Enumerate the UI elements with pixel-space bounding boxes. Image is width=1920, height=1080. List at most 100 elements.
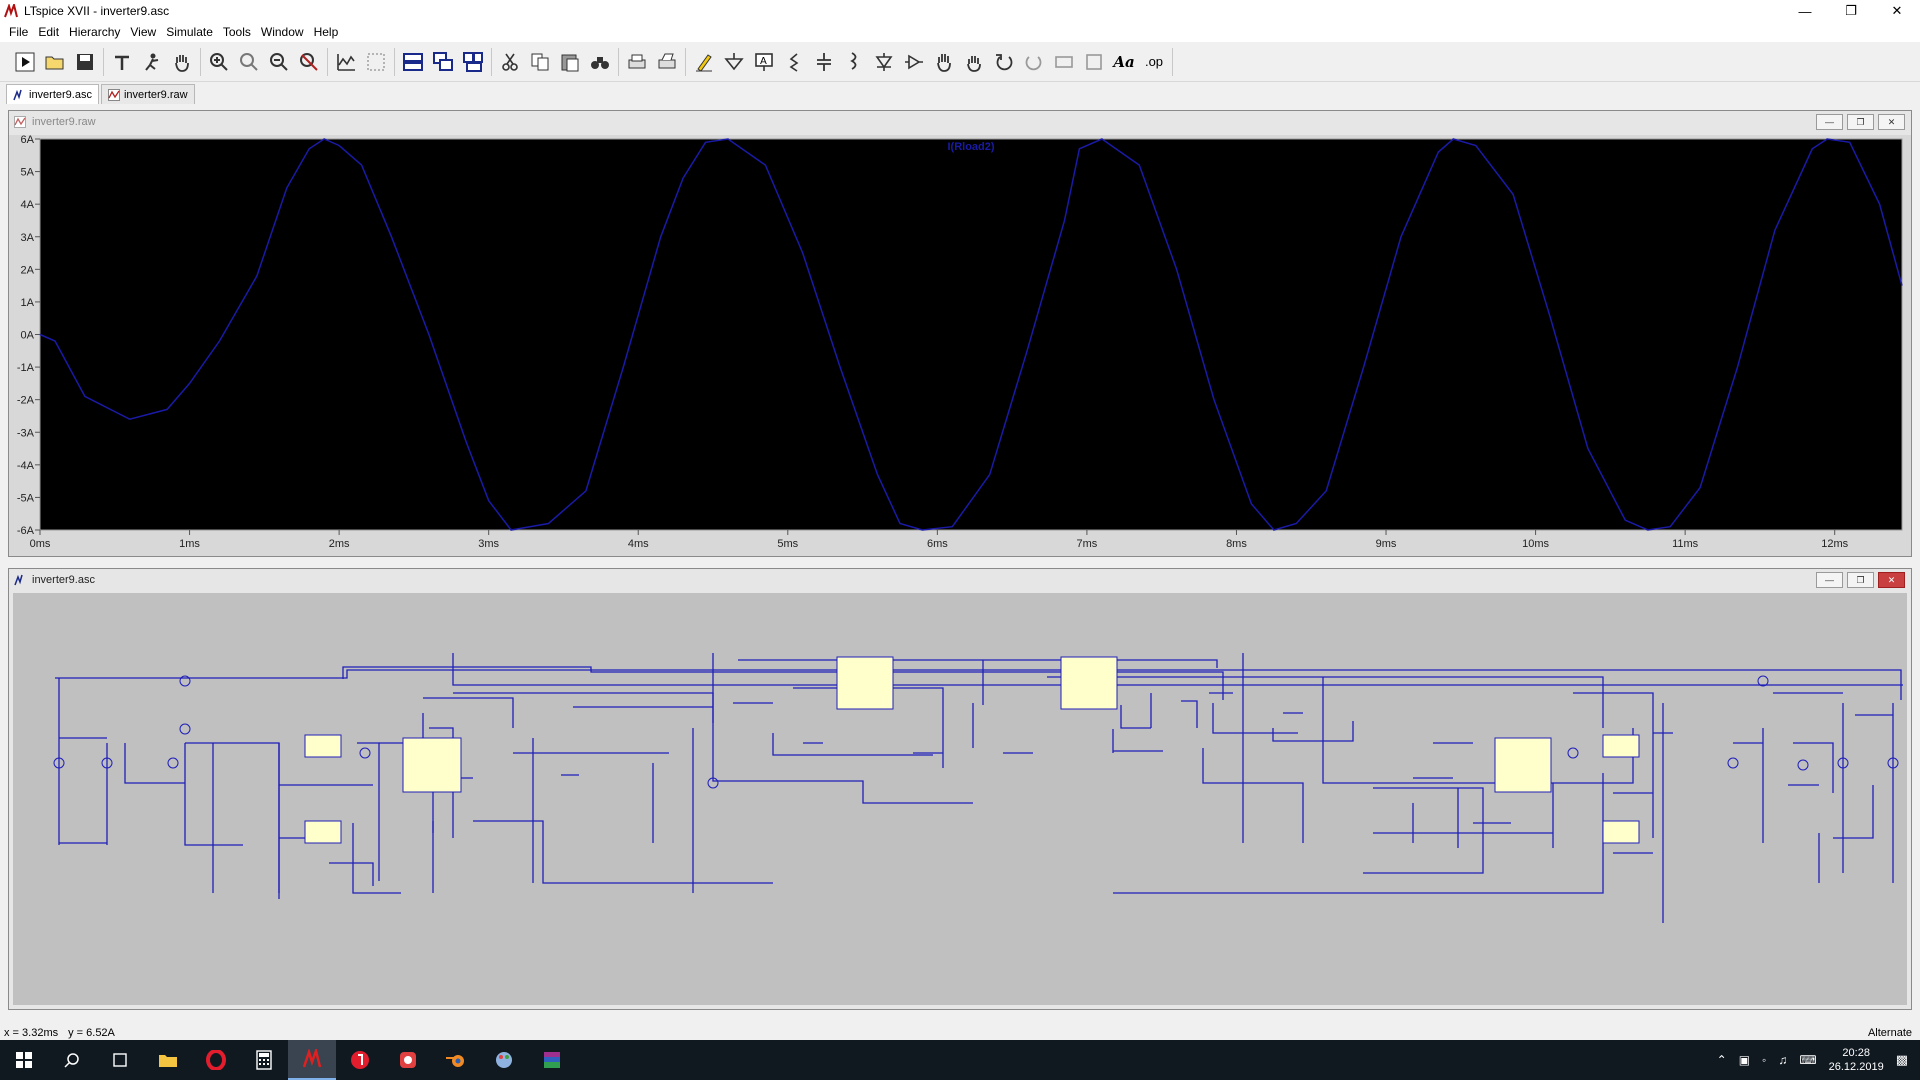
- drag-button[interactable]: [959, 47, 989, 77]
- copy-button[interactable]: [525, 47, 555, 77]
- y-tick-label: 4A: [21, 199, 35, 211]
- blender-taskbar[interactable]: [432, 1040, 480, 1080]
- document-tabs: inverter9.asc inverter9.raw: [0, 83, 1920, 104]
- restore-button[interactable]: ❐: [1828, 0, 1874, 22]
- tab-label: inverter9.asc: [29, 88, 92, 101]
- schematic-window[interactable]: inverter9.asc — ❐ ✕: [8, 568, 1912, 1010]
- spice-directive-button[interactable]: .op: [1139, 47, 1169, 77]
- text-button[interactable]: Aa: [1109, 47, 1139, 77]
- toolbar-separator: [618, 47, 619, 76]
- notifications-icon[interactable]: ▩: [1896, 1052, 1908, 1068]
- minimize-button[interactable]: —: [1782, 0, 1828, 22]
- y-tick-label: -2A: [17, 395, 35, 407]
- menu-file[interactable]: File: [4, 25, 33, 39]
- print-preview-button[interactable]: [652, 47, 682, 77]
- inductor-button[interactable]: [839, 47, 869, 77]
- y-axis: 6A 5A 4A 3A 2A 1A 0A -1A -2A -3A -4A -5A -6A: [17, 134, 40, 537]
- mirror-button[interactable]: [1079, 47, 1109, 77]
- tab-schematic[interactable]: inverter9.asc: [6, 84, 99, 104]
- circuit-drawing[interactable]: [13, 593, 1907, 1005]
- winrar-taskbar[interactable]: [528, 1040, 576, 1080]
- volume-icon[interactable]: ♫: [1778, 1053, 1787, 1067]
- search-button[interactable]: [48, 1040, 96, 1080]
- menu-simulate[interactable]: Simulate: [161, 25, 218, 39]
- screenshot-tool-taskbar[interactable]: [384, 1040, 432, 1080]
- diode-button[interactable]: [869, 47, 899, 77]
- rotate-button[interactable]: [1049, 47, 1079, 77]
- menu-hierarchy[interactable]: Hierarchy: [64, 25, 125, 39]
- menu-help[interactable]: Help: [309, 25, 344, 39]
- zoom-fit-button[interactable]: [294, 47, 324, 77]
- control-panel-button[interactable]: [107, 47, 137, 77]
- file-explorer-taskbar[interactable]: [144, 1040, 192, 1080]
- tab-waveform[interactable]: inverter9.raw: [100, 84, 195, 104]
- find-button[interactable]: [585, 47, 615, 77]
- pan-button[interactable]: [167, 47, 197, 77]
- run-button[interactable]: [10, 47, 40, 77]
- tile-horizontal-icon: [403, 52, 423, 71]
- save-button[interactable]: [70, 47, 100, 77]
- capacitor-button[interactable]: [809, 47, 839, 77]
- plot-pane[interactable]: 6A 5A 4A 3A 2A 1A 0A -1A -2A -3A -4A -5A -6A 0ms 1ms 2…: [9, 134, 1911, 556]
- open-icon: [45, 56, 64, 69]
- autorange-button[interactable]: [331, 47, 361, 77]
- draw-wire-button[interactable]: [689, 47, 719, 77]
- redo-button[interactable]: [1019, 47, 1049, 77]
- waveform-button[interactable]: [361, 47, 391, 77]
- schematic-canvas[interactable]: [13, 593, 1907, 1005]
- toolbar: A Aa .op: [0, 42, 1920, 82]
- move-button[interactable]: [929, 47, 959, 77]
- network-icon[interactable]: ▣: [1739, 1053, 1750, 1067]
- schematic-window-title: inverter9.asc: [32, 574, 95, 586]
- menu-tools[interactable]: Tools: [218, 25, 256, 39]
- cut-button[interactable]: [495, 47, 525, 77]
- undo-button[interactable]: [989, 47, 1019, 77]
- zoom-out-button[interactable]: [234, 47, 264, 77]
- mirror-icon: [1086, 53, 1102, 70]
- waveform-plot[interactable]: 6A 5A 4A 3A 2A 1A 0A -1A -2A -3A -4A -5A -6A 0ms 1ms 2…: [9, 134, 1911, 556]
- x-axis: 0ms 1ms 2ms 3ms 4ms 5ms 6ms 7ms 8ms 9ms 10ms 11ms 12…: [30, 530, 1849, 550]
- tile-button[interactable]: [458, 47, 488, 77]
- palette-icon: [496, 1052, 512, 1068]
- open-button[interactable]: [40, 47, 70, 77]
- zoom-in-button[interactable]: [204, 47, 234, 77]
- halt-button[interactable]: [137, 47, 167, 77]
- plot-minimize-button[interactable]: —: [1816, 114, 1843, 130]
- schematic-window-caption[interactable]: inverter9.asc: [9, 569, 1911, 591]
- cascade-button[interactable]: [428, 47, 458, 77]
- ltspice-taskbar[interactable]: [288, 1040, 336, 1080]
- component-icon: [905, 54, 923, 69]
- chevron-up-icon[interactable]: ⌃: [1717, 1053, 1727, 1067]
- ground-button[interactable]: [719, 47, 749, 77]
- trace-legend[interactable]: I(Rload2): [947, 141, 994, 153]
- rotate-icon: [1055, 55, 1073, 68]
- clock[interactable]: 20:28 26.12.2019: [1829, 1046, 1884, 1074]
- plot-maximize-button[interactable]: ❐: [1847, 114, 1874, 130]
- keyboard-icon[interactable]: ⌨: [1799, 1053, 1816, 1067]
- label-net-button[interactable]: A: [749, 47, 779, 77]
- print-button[interactable]: [622, 47, 652, 77]
- wifi-icon[interactable]: ◦: [1762, 1053, 1766, 1067]
- paste-button[interactable]: [555, 47, 585, 77]
- paint-taskbar[interactable]: [480, 1040, 528, 1080]
- resistor-button[interactable]: [779, 47, 809, 77]
- close-button[interactable]: ✕: [1874, 0, 1920, 22]
- waveform-window[interactable]: inverter9.raw — ❐ ✕ 6A 5A 4A 3A 2A 1A 0A -1A -2A…: [8, 110, 1912, 557]
- plot-close-button[interactable]: ✕: [1878, 114, 1905, 130]
- menu-view[interactable]: View: [125, 25, 161, 39]
- schematic-maximize-button[interactable]: ❐: [1847, 572, 1874, 588]
- component-button[interactable]: [899, 47, 929, 77]
- calculator-taskbar[interactable]: [240, 1040, 288, 1080]
- paste-icon: [561, 54, 579, 71]
- yandex-taskbar[interactable]: [336, 1040, 384, 1080]
- task-view-button[interactable]: [96, 1040, 144, 1080]
- tile-horizontal-button[interactable]: [398, 47, 428, 77]
- menu-edit[interactable]: Edit: [33, 25, 64, 39]
- schematic-close-button[interactable]: ✕: [1878, 572, 1905, 588]
- menu-window[interactable]: Window: [256, 25, 309, 39]
- schematic-minimize-button[interactable]: —: [1816, 572, 1843, 588]
- start-button[interactable]: [0, 1040, 48, 1080]
- opera-taskbar[interactable]: [192, 1040, 240, 1080]
- waveform-window-caption[interactable]: inverter9.raw: [9, 111, 1911, 133]
- zoom-back-button[interactable]: [264, 47, 294, 77]
